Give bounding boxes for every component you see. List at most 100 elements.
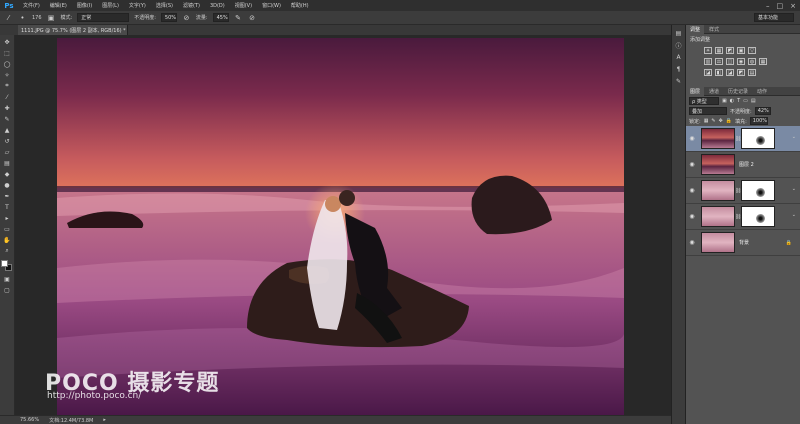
filter-pixel-icon[interactable]: ▣ xyxy=(722,98,727,104)
layer-row[interactable]: ◉ ⛓ ⌄ xyxy=(686,126,800,152)
document-photo[interactable] xyxy=(57,38,624,415)
visibility-eye-icon[interactable]: ◉ xyxy=(686,135,698,142)
blur-tool-icon[interactable]: ◆ xyxy=(2,170,12,178)
brush-tool-icon[interactable]: ⁄ xyxy=(4,13,13,22)
vibrance-icon[interactable]: ▽ xyxy=(748,47,756,54)
menu-view[interactable]: 视图(V) xyxy=(230,2,257,9)
visibility-eye-icon[interactable]: ◉ xyxy=(686,187,698,194)
opacity-field[interactable]: 50% xyxy=(160,13,177,22)
brush-panel-icon[interactable]: ▣ xyxy=(47,13,56,22)
hand-tool-icon[interactable]: ✋ xyxy=(2,236,12,244)
invert-icon[interactable]: ◪ xyxy=(704,69,712,76)
tab-actions[interactable]: 动作 xyxy=(753,87,771,96)
quick-select-tool-icon[interactable]: ✧ xyxy=(2,71,12,79)
filter-smart-icon[interactable]: ▤ xyxy=(751,98,756,104)
layer-row[interactable]: ◉ ⛓ ⌄ xyxy=(686,178,800,204)
history-brush-tool-icon[interactable]: ↺ xyxy=(2,137,12,145)
paragraph-panel-icon[interactable]: ¶ xyxy=(674,65,684,73)
color-lookup-icon[interactable]: ▦ xyxy=(759,58,767,65)
shape-tool-icon[interactable]: ▭ xyxy=(2,225,12,233)
menu-3d[interactable]: 3D(D) xyxy=(205,3,230,9)
lasso-tool-icon[interactable]: ◯ xyxy=(2,60,12,68)
filter-adjust-icon[interactable]: ◐ xyxy=(730,98,734,104)
menu-type[interactable]: 文字(Y) xyxy=(124,2,151,9)
character-panel-icon[interactable]: A xyxy=(674,53,684,61)
lock-position-icon[interactable]: ✥ xyxy=(719,118,723,124)
visibility-eye-icon[interactable]: ◉ xyxy=(686,213,698,220)
screen-mode-icon[interactable]: ▢ xyxy=(2,286,12,294)
threshold-icon[interactable]: ◪ xyxy=(726,69,734,76)
eraser-tool-icon[interactable]: ▱ xyxy=(2,148,12,156)
menu-file[interactable]: 文件(F) xyxy=(18,2,45,9)
layer-options-icon[interactable]: ⌄ xyxy=(792,186,796,192)
layer-mask-thumbnail[interactable] xyxy=(741,180,775,201)
tab-adjustments[interactable]: 调整 xyxy=(686,24,705,34)
history-panel-icon[interactable]: ▤ xyxy=(674,29,684,37)
gradient-tool-icon[interactable]: ▤ xyxy=(2,159,12,167)
menu-select[interactable]: 选择(S) xyxy=(151,2,178,9)
brush-presets-icon[interactable]: ✎ xyxy=(674,77,684,85)
pressure-size-icon[interactable]: ⊘ xyxy=(248,13,257,22)
canvas-area[interactable]: POCO 摄影专题 http://photo.poco.cn/ xyxy=(15,35,671,415)
menu-filter[interactable]: 滤镜(T) xyxy=(178,2,205,9)
type-tool-icon[interactable]: T xyxy=(2,203,12,211)
layer-options-icon[interactable]: ⌄ xyxy=(792,212,796,218)
maximize-icon[interactable]: □ xyxy=(777,2,784,10)
layer-opacity-field[interactable]: 42% xyxy=(754,107,771,115)
layer-name[interactable]: 图层 2 xyxy=(739,161,754,168)
black-white-icon[interactable]: ◫ xyxy=(726,58,734,65)
layer-row[interactable]: ◉ 图层 2 xyxy=(686,152,800,178)
layer-options-icon[interactable]: ⌄ xyxy=(792,134,796,140)
visibility-eye-icon[interactable]: ◉ xyxy=(686,161,698,168)
gradient-map-icon[interactable]: ▤ xyxy=(748,69,756,76)
channel-mixer-icon[interactable]: ◍ xyxy=(748,58,756,65)
menu-edit[interactable]: 编辑(E) xyxy=(45,2,72,9)
tab-styles[interactable]: 样式 xyxy=(705,25,723,34)
brush-preset-icon[interactable]: • xyxy=(18,13,27,22)
crop-tool-icon[interactable]: ⌗ xyxy=(2,82,12,90)
close-icon[interactable]: × xyxy=(790,2,796,10)
posterize-icon[interactable]: ◧ xyxy=(715,69,723,76)
document-tab[interactable]: 1111.JPG @ 75.7% (图层 2 副本, RGB/16) * × xyxy=(18,25,128,35)
selective-color-icon[interactable]: ◩ xyxy=(737,69,745,76)
filter-type-icon[interactable]: T xyxy=(737,98,740,104)
lock-all-icon[interactable]: 🔒 xyxy=(726,118,732,124)
tab-layers[interactable]: 图层 xyxy=(686,86,705,96)
color-swatches[interactable] xyxy=(1,260,13,272)
exposure-icon[interactable]: ▣ xyxy=(737,47,745,54)
move-tool-icon[interactable]: ✥ xyxy=(2,38,12,46)
mode-select[interactable]: 正常 xyxy=(77,13,130,22)
eyedropper-tool-icon[interactable]: ⁄ xyxy=(2,93,12,101)
workspace-select[interactable]: 基本功能 xyxy=(754,13,794,22)
layer-kind-filter[interactable]: ρ 类型 xyxy=(689,97,719,105)
hue-saturation-icon[interactable]: ▥ xyxy=(704,58,712,65)
layer-mask-thumbnail[interactable] xyxy=(741,128,775,149)
photo-filter-icon[interactable]: ◉ xyxy=(737,58,745,65)
properties-panel-icon[interactable]: ⓘ xyxy=(674,41,684,50)
marquee-tool-icon[interactable]: ⬚ xyxy=(2,49,12,57)
layer-name[interactable]: 背景 xyxy=(739,239,749,246)
layer-fill-field[interactable]: 100% xyxy=(749,117,768,125)
minimize-icon[interactable]: – xyxy=(766,2,770,10)
menu-window[interactable]: 窗口(W) xyxy=(257,2,286,9)
filter-shape-icon[interactable]: ▭ xyxy=(743,98,748,104)
tab-channels[interactable]: 通道 xyxy=(705,87,723,96)
pen-tool-icon[interactable]: ✒ xyxy=(2,192,12,200)
lock-pixels-icon[interactable]: ✎ xyxy=(711,118,715,124)
color-balance-icon[interactable]: ⚖ xyxy=(715,58,723,65)
pressure-opacity-icon[interactable]: ⊘ xyxy=(182,13,191,22)
blend-mode-select[interactable]: 叠加 xyxy=(689,107,727,115)
menu-help[interactable]: 帮助(H) xyxy=(286,2,314,9)
stamp-tool-icon[interactable]: ▲ xyxy=(2,126,12,134)
brush-tool-icon-selected[interactable]: ✎ xyxy=(2,115,12,123)
menu-image[interactable]: 图像(I) xyxy=(72,2,97,9)
zoom-level[interactable]: 75.66% xyxy=(20,417,39,423)
tab-history[interactable]: 历史记录 xyxy=(724,87,752,96)
path-select-tool-icon[interactable]: ▸ xyxy=(2,214,12,222)
curves-icon[interactable]: ◩ xyxy=(726,47,734,54)
foreground-color-swatch[interactable] xyxy=(1,260,8,267)
quick-mask-icon[interactable]: ▣ xyxy=(2,275,12,283)
lock-transparent-icon[interactable]: ▦ xyxy=(704,118,709,124)
healing-tool-icon[interactable]: ✚ xyxy=(2,104,12,112)
brightness-icon[interactable]: ☀ xyxy=(704,47,712,54)
